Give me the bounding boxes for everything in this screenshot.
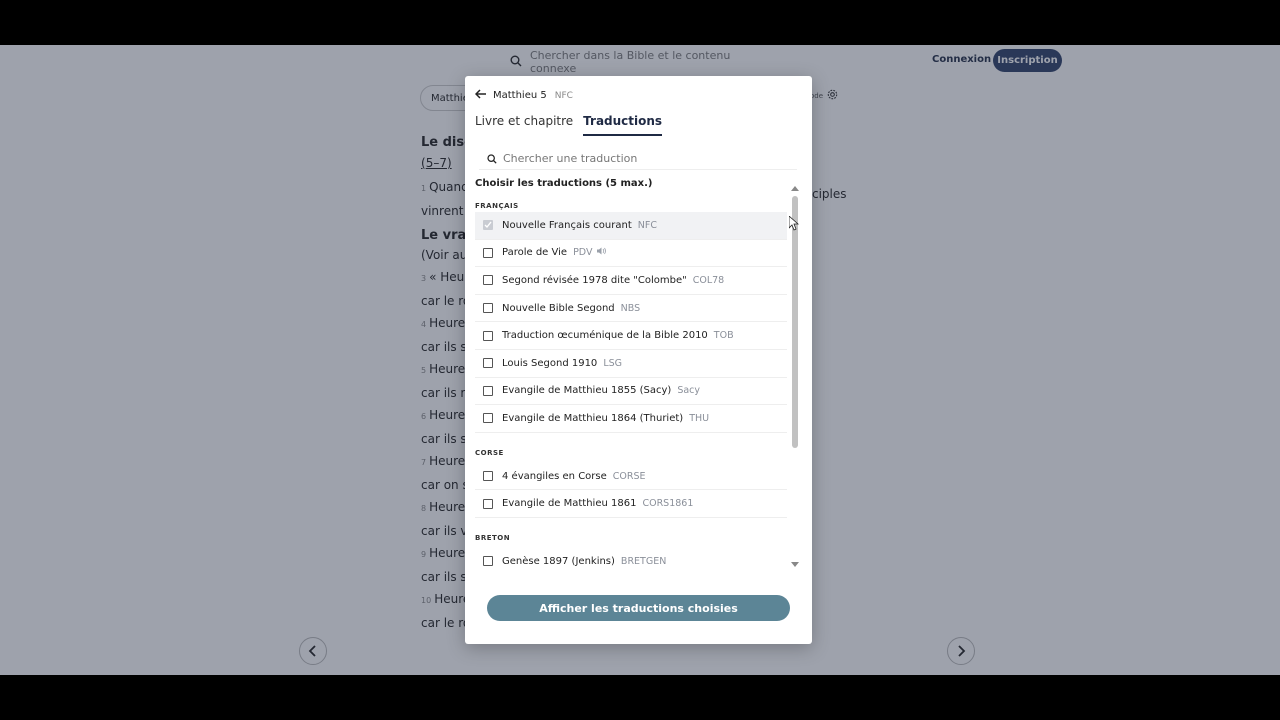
translation-search-placeholder: Chercher une traduction xyxy=(503,152,638,165)
translation-abbreviation: Sacy xyxy=(677,385,701,397)
translation-item[interactable]: Louis Segond 1910 LSG xyxy=(475,350,787,378)
translation-name: Evangile de Matthieu 1864 (Thuriet) xyxy=(502,412,684,424)
language-group-label: CORSE xyxy=(475,448,504,457)
translation-checkbox[interactable] xyxy=(483,498,493,509)
translation-checkbox[interactable] xyxy=(483,220,493,231)
translation-name: Traduction œcuménique de la Bible 2010 xyxy=(502,330,708,342)
back-arrow-icon[interactable] xyxy=(474,89,487,102)
translation-name: Nouvelle Français courant xyxy=(502,219,632,231)
translation-checkbox[interactable] xyxy=(483,247,493,258)
translation-abbreviation: THU xyxy=(689,412,710,424)
translation-name: Segond révisée 1978 dite "Colombe" xyxy=(502,274,687,286)
translation-checkbox[interactable] xyxy=(483,385,493,396)
scroll-down-arrow-icon[interactable] xyxy=(791,562,799,567)
translation-name: Evangile de Matthieu 1861 xyxy=(502,498,637,510)
choose-translations-title: Choisir les traductions (5 max.) xyxy=(475,178,653,189)
tab-translations[interactable]: Traductions xyxy=(583,114,663,136)
translation-name: Genèse 1897 (Jenkins) xyxy=(502,555,615,566)
translation-abbreviation: NBS xyxy=(620,302,641,314)
translation-abbreviation: CORSE xyxy=(612,470,646,482)
translation-abbreviation: PDV xyxy=(573,247,593,259)
translation-list[interactable]: FRANÇAIS Nouvelle Français courant NFC Paro… xyxy=(475,196,787,566)
translation-item[interactable]: Evangile de Matthieu 1855 (Sacy) Sacy xyxy=(475,378,787,406)
language-group-label: BRETON xyxy=(475,533,511,542)
scroll-up-arrow-icon[interactable] xyxy=(791,186,799,191)
translation-item[interactable]: Genèse 1897 (Jenkins) BRETGEN xyxy=(475,548,787,566)
translation-item[interactable]: Parole de Vie PDV xyxy=(475,240,787,268)
translation-name: Louis Segond 1910 xyxy=(502,357,598,369)
translation-item[interactable]: Segond révisée 1978 dite "Colombe" COL78 xyxy=(475,267,787,295)
audio-speaker-icon xyxy=(597,247,607,258)
tab-book-chapter[interactable]: Livre et chapitre xyxy=(475,114,573,136)
translation-abbreviation: NFC xyxy=(637,219,657,231)
current-translation-code: NFC xyxy=(554,90,573,101)
app-screen: Chercher dans la Bible et le contenu con… xyxy=(0,45,1280,675)
translation-item[interactable]: 4 évangiles en Corse CORSE xyxy=(475,463,787,491)
translation-name: Parole de Vie xyxy=(502,247,568,259)
modal-header: Matthieu 5 NFC xyxy=(474,89,573,102)
translation-checkbox[interactable] xyxy=(483,275,493,286)
show-selected-translations-button[interactable]: Afficher les traductions choisies xyxy=(487,595,790,621)
language-group-label: FRANÇAIS xyxy=(475,202,519,210)
translation-item[interactable]: Traduction œcuménique de la Bible 2010 TO… xyxy=(475,322,787,350)
translation-checkbox[interactable] xyxy=(483,413,493,424)
translation-checkbox[interactable] xyxy=(483,330,493,341)
translation-name: 4 évangiles en Corse xyxy=(502,470,607,482)
translation-checkbox[interactable] xyxy=(483,556,493,566)
translation-search-input[interactable]: Chercher une traduction xyxy=(479,148,797,170)
translation-checkbox[interactable] xyxy=(483,303,493,314)
translation-modal: Matthieu 5 NFC Livre et chapitre Traduct… xyxy=(465,76,812,644)
translation-item[interactable]: Nouvelle Bible Segond NBS xyxy=(475,295,787,323)
translation-abbreviation: LSG xyxy=(603,357,622,369)
translation-abbreviation: COL78 xyxy=(692,274,725,286)
translation-checkbox[interactable] xyxy=(483,471,493,482)
translation-item[interactable]: Evangile de Matthieu 1864 (Thuriet) THU xyxy=(475,405,787,433)
translation-abbreviation: TOB xyxy=(713,330,734,342)
search-icon xyxy=(487,154,497,167)
translation-abbreviation: CORS1861 xyxy=(642,498,694,510)
translation-item[interactable]: Evangile de Matthieu 1861 CORS1861 xyxy=(475,490,787,518)
translation-checkbox[interactable] xyxy=(483,358,493,369)
current-book: Matthieu 5 xyxy=(493,90,547,101)
list-scrollbar[interactable] xyxy=(791,186,799,570)
translation-abbreviation: BRETGEN xyxy=(620,555,667,566)
translation-name: Evangile de Matthieu 1855 (Sacy) xyxy=(502,385,672,397)
translation-item[interactable]: Nouvelle Français courant NFC xyxy=(475,212,787,240)
translation-name: Nouvelle Bible Segond xyxy=(502,302,615,314)
modal-tabs: Livre et chapitre Traductions xyxy=(475,114,663,136)
mouse-cursor-icon xyxy=(788,215,800,235)
